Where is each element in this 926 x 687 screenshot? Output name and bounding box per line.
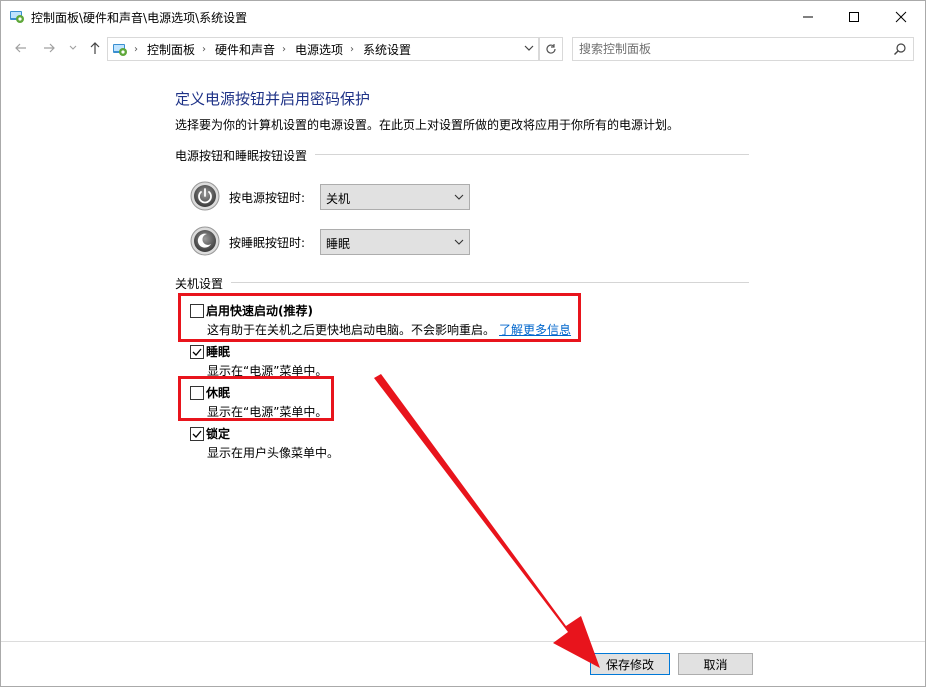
lock-option-description: 显示在用户头像菜单中。: [207, 446, 340, 460]
close-button[interactable]: [878, 1, 924, 32]
page-title: 定义电源按钮并启用密码保护: [175, 90, 371, 108]
lock-option-label[interactable]: 锁定: [206, 425, 230, 442]
cancel-button[interactable]: 取消: [678, 653, 753, 675]
recent-locations-button[interactable]: [64, 39, 82, 57]
minimize-icon: [803, 16, 813, 17]
arrow-up-icon: [90, 42, 100, 54]
save-changes-button[interactable]: 保存修改: [590, 653, 670, 675]
navigation-bar: › 控制面板 › 硬件和声音 › 电源选项 › 系统设置: [1, 34, 925, 64]
sleep-button-label: 按睡眠按钮时:: [229, 236, 306, 250]
breadcrumb-item[interactable]: 硬件和声音: [215, 41, 275, 58]
back-button[interactable]: [12, 39, 30, 57]
highlight-box-hibernate: [178, 376, 334, 421]
section-heading-power-buttons: 电源按钮和睡眠按钮设置: [175, 149, 308, 163]
minimize-button[interactable]: [785, 1, 831, 32]
chevron-right-icon: ›: [134, 43, 138, 55]
chevron-down-icon: [69, 45, 77, 50]
title-bar: 控制面板\硬件和声音\电源选项\系统设置: [1, 1, 925, 33]
sleep-option-label[interactable]: 睡眠: [206, 343, 230, 360]
checkmark-icon: [192, 430, 202, 438]
maximize-icon: [849, 11, 859, 22]
checkmark-icon: [192, 348, 202, 356]
lock-checkbox[interactable]: [190, 427, 204, 441]
sleep-button-action-select[interactable]: 睡眠: [320, 229, 470, 255]
section-divider: [315, 154, 749, 155]
power-button-label: 按电源按钮时:: [229, 191, 306, 205]
chevron-right-icon[interactable]: ›: [350, 44, 354, 55]
breadcrumb-item[interactable]: 电源选项: [295, 41, 343, 58]
section-divider: [231, 282, 749, 283]
breadcrumb-item[interactable]: 控制面板: [147, 41, 195, 58]
chevron-right-icon[interactable]: ›: [202, 44, 206, 55]
search-input[interactable]: [579, 38, 879, 60]
sleep-checkbox[interactable]: [190, 345, 204, 359]
chevron-down-icon[interactable]: [524, 41, 534, 55]
close-icon: [895, 11, 907, 22]
sleep-button-icon: [190, 226, 220, 256]
search-icon[interactable]: [893, 42, 907, 56]
power-button-action-select[interactable]: 关机: [320, 184, 470, 210]
control-panel-icon: [113, 44, 127, 56]
chevron-right-icon[interactable]: ›: [282, 44, 286, 55]
control-panel-icon: [10, 11, 24, 23]
up-button[interactable]: [86, 39, 104, 57]
breadcrumb: › 控制面板 › 硬件和声音 › 电源选项 › 系统设置: [134, 38, 411, 60]
maximize-button[interactable]: [831, 1, 877, 32]
breadcrumb-item[interactable]: 系统设置: [363, 41, 411, 58]
power-button-icon: [190, 181, 220, 211]
footer-divider: [1, 641, 925, 642]
address-bar[interactable]: › 控制面板 › 硬件和声音 › 电源选项 › 系统设置: [107, 37, 539, 61]
control-panel-window: 控制面板\硬件和声音\电源选项\系统设置 › 控制面板 › 硬件和声音 › 电源…: [0, 0, 926, 687]
page-description: 选择要为你的计算机设置的电源设置。在此页上对设置所做的更改将应用于你所有的电源计…: [175, 118, 680, 132]
power-button-action-value: 关机: [326, 192, 351, 206]
arrow-left-icon: [15, 43, 26, 53]
search-box[interactable]: [572, 37, 914, 61]
window-title: 控制面板\硬件和声音\电源选项\系统设置: [31, 11, 248, 25]
section-heading-shutdown: 关机设置: [175, 277, 224, 291]
chevron-down-icon: [454, 239, 464, 245]
chevron-down-icon: [454, 194, 464, 200]
sleep-button-action-value: 睡眠: [326, 237, 351, 251]
arrow-right-icon: [44, 43, 55, 53]
highlight-box-fast-startup: [178, 293, 581, 342]
refresh-button[interactable]: [539, 37, 563, 61]
refresh-icon: [546, 44, 556, 54]
forward-button[interactable]: [40, 39, 58, 57]
